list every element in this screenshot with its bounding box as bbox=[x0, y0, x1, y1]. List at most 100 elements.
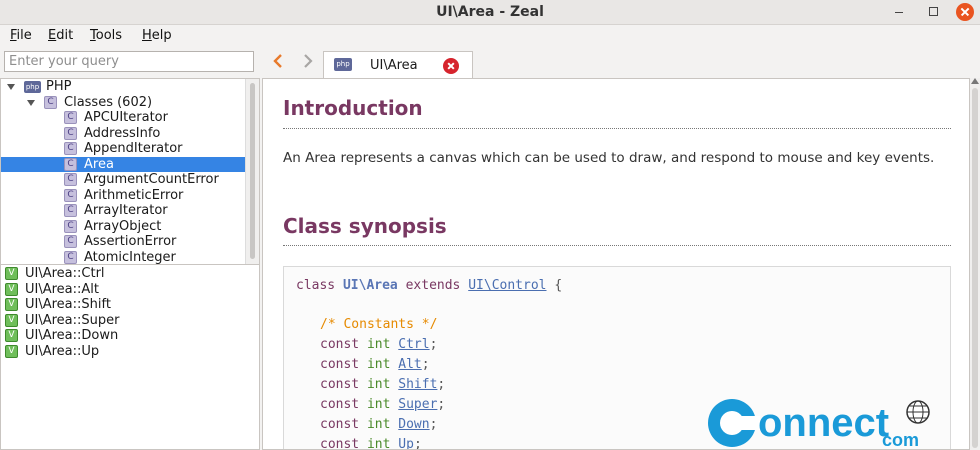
class-name: UI\Area bbox=[342, 278, 398, 293]
constant-link[interactable]: Alt bbox=[398, 357, 421, 372]
tree-item[interactable]: C AddressInfo bbox=[1, 126, 245, 142]
constant-line: const int Up; bbox=[320, 437, 422, 450]
constant-line: const int Alt; bbox=[320, 357, 430, 372]
synopsis-class-line: class UI\Area extends UI\Control { bbox=[296, 278, 562, 293]
tree-item-selected[interactable]: C Area bbox=[1, 156, 245, 172]
close-window-button[interactable] bbox=[956, 3, 974, 21]
symbol-list: V UI\Area::Ctrl V UI\Area::Alt V UI\Area… bbox=[0, 265, 260, 450]
close-tab-icon[interactable] bbox=[443, 58, 459, 74]
constant-link[interactable]: Super bbox=[398, 397, 437, 412]
minimize-button[interactable] bbox=[888, 2, 910, 22]
type: int bbox=[366, 337, 391, 352]
constant-icon: V bbox=[5, 329, 18, 342]
heading-divider bbox=[283, 128, 951, 129]
tree-item-label: AppendIterator bbox=[84, 141, 183, 156]
tree-scrollbar-thumb[interactable] bbox=[250, 83, 255, 259]
class-icon: C bbox=[64, 126, 77, 140]
class-icon: C bbox=[64, 219, 77, 233]
tree-item-label: AtomicInteger bbox=[84, 249, 176, 265]
menu-file[interactable]: File bbox=[10, 28, 32, 43]
expand-arrow-icon[interactable] bbox=[7, 84, 15, 90]
tree-item-label: ArrayObject bbox=[84, 218, 162, 234]
tree-item[interactable]: C ArgumentCountError bbox=[1, 172, 245, 188]
class-icon: C bbox=[64, 173, 77, 186]
keyword: class bbox=[296, 278, 336, 293]
class-icon: C bbox=[64, 157, 77, 171]
synopsis-heading: Class synopsis bbox=[283, 214, 447, 238]
tree-item[interactable]: C AssertionError bbox=[1, 234, 245, 250]
scroll-up-arrow-icon[interactable] bbox=[971, 78, 979, 84]
content-scrollbar-thumb[interactable] bbox=[972, 88, 978, 448]
class-icon: C bbox=[64, 235, 77, 248]
menu-help[interactable]: Help bbox=[142, 28, 172, 43]
tree-item-label: ArgumentCountError bbox=[84, 172, 219, 187]
expand-arrow-icon[interactable] bbox=[27, 99, 35, 106]
tree-node-label: PHP bbox=[46, 79, 72, 94]
keyword: const bbox=[320, 397, 360, 412]
back-arrow-icon[interactable] bbox=[270, 52, 286, 70]
title-bar: UI\Area - Zeal bbox=[0, 0, 980, 25]
constant-link[interactable]: Up bbox=[398, 437, 414, 449]
connect-watermark-logo: onnect com bbox=[700, 390, 940, 450]
docset-tree: php PHP C Classes (602) C APCUIterator C… bbox=[0, 78, 260, 265]
symbol-label: UI\Area::Ctrl bbox=[25, 266, 105, 281]
constant-icon: V bbox=[5, 267, 18, 280]
tree-item[interactable]: C AtomicInteger bbox=[1, 249, 245, 265]
constant-link[interactable]: Shift bbox=[398, 377, 437, 392]
constant-line: const int Ctrl; bbox=[320, 337, 438, 352]
forward-arrow-icon[interactable] bbox=[300, 52, 316, 70]
menu-edit[interactable]: Edit bbox=[48, 28, 73, 43]
symbol-label: UI\Area::Up bbox=[25, 343, 100, 359]
keyword: const bbox=[320, 337, 360, 352]
tree-item[interactable]: C ArrayIterator bbox=[1, 203, 245, 219]
constant-line: const int Super; bbox=[320, 397, 446, 412]
heading-divider bbox=[283, 245, 951, 246]
search-input[interactable] bbox=[4, 51, 254, 72]
class-icon: C bbox=[64, 142, 77, 155]
tree-node-label: Classes (602) bbox=[64, 94, 153, 110]
content-scrollbar[interactable] bbox=[970, 78, 980, 450]
constant-icon: V bbox=[5, 313, 18, 327]
type: int bbox=[366, 397, 391, 412]
tree-item[interactable]: C ArithmeticError bbox=[1, 188, 245, 204]
tree-scrollbar[interactable] bbox=[245, 79, 259, 264]
php-docset-icon: php bbox=[24, 81, 41, 93]
tree-item[interactable]: C ArrayObject bbox=[1, 219, 245, 235]
keyword: const bbox=[320, 357, 360, 372]
type: int bbox=[366, 357, 391, 372]
type: int bbox=[366, 377, 391, 392]
class-icon: C bbox=[64, 188, 77, 202]
tree-node-classes[interactable]: C Classes (602) bbox=[1, 95, 245, 111]
tree-item[interactable]: C APCUIterator bbox=[1, 110, 245, 126]
maximize-button[interactable] bbox=[922, 2, 944, 22]
constant-icon: V bbox=[5, 298, 18, 311]
tree-item-label: Area bbox=[84, 156, 114, 172]
constant-link[interactable]: Down bbox=[398, 417, 429, 432]
watermark-subtext: com bbox=[882, 430, 919, 450]
tree-item[interactable]: C AppendIterator bbox=[1, 141, 245, 157]
tree-item-label: AddressInfo bbox=[84, 125, 161, 141]
tree-node-php[interactable]: php PHP bbox=[1, 79, 245, 95]
symbol-label: UI\Area::Down bbox=[25, 328, 119, 343]
menu-tools[interactable]: Tools bbox=[90, 28, 122, 43]
open-brace: { bbox=[554, 278, 563, 293]
keyword: const bbox=[320, 437, 360, 450]
class-icon: C bbox=[64, 204, 77, 217]
type: int bbox=[366, 417, 391, 432]
constant-icon: V bbox=[5, 344, 18, 358]
parent-class-link[interactable]: UI\Control bbox=[468, 278, 546, 293]
window-title: UI\Area - Zeal bbox=[436, 4, 544, 20]
tab-ui-area[interactable]: php UI\Area bbox=[323, 51, 473, 78]
watermark-text: onnect bbox=[758, 401, 889, 445]
symbol-label: UI\Area::Shift bbox=[25, 297, 111, 312]
intro-paragraph: An Area represents a canvas which can be… bbox=[283, 150, 935, 166]
tree-item-label: APCUIterator bbox=[84, 110, 168, 125]
constant-link[interactable]: Ctrl bbox=[398, 337, 429, 352]
intro-heading: Introduction bbox=[283, 96, 423, 120]
keyword: const bbox=[320, 417, 360, 432]
constants-comment: /* Constants */ bbox=[320, 317, 438, 332]
tree-item-label: AssertionError bbox=[84, 234, 177, 249]
menu-bar: File Edit Tools Help bbox=[0, 25, 980, 47]
constant-icon: V bbox=[5, 282, 18, 296]
php-docset-icon: php bbox=[334, 58, 352, 71]
